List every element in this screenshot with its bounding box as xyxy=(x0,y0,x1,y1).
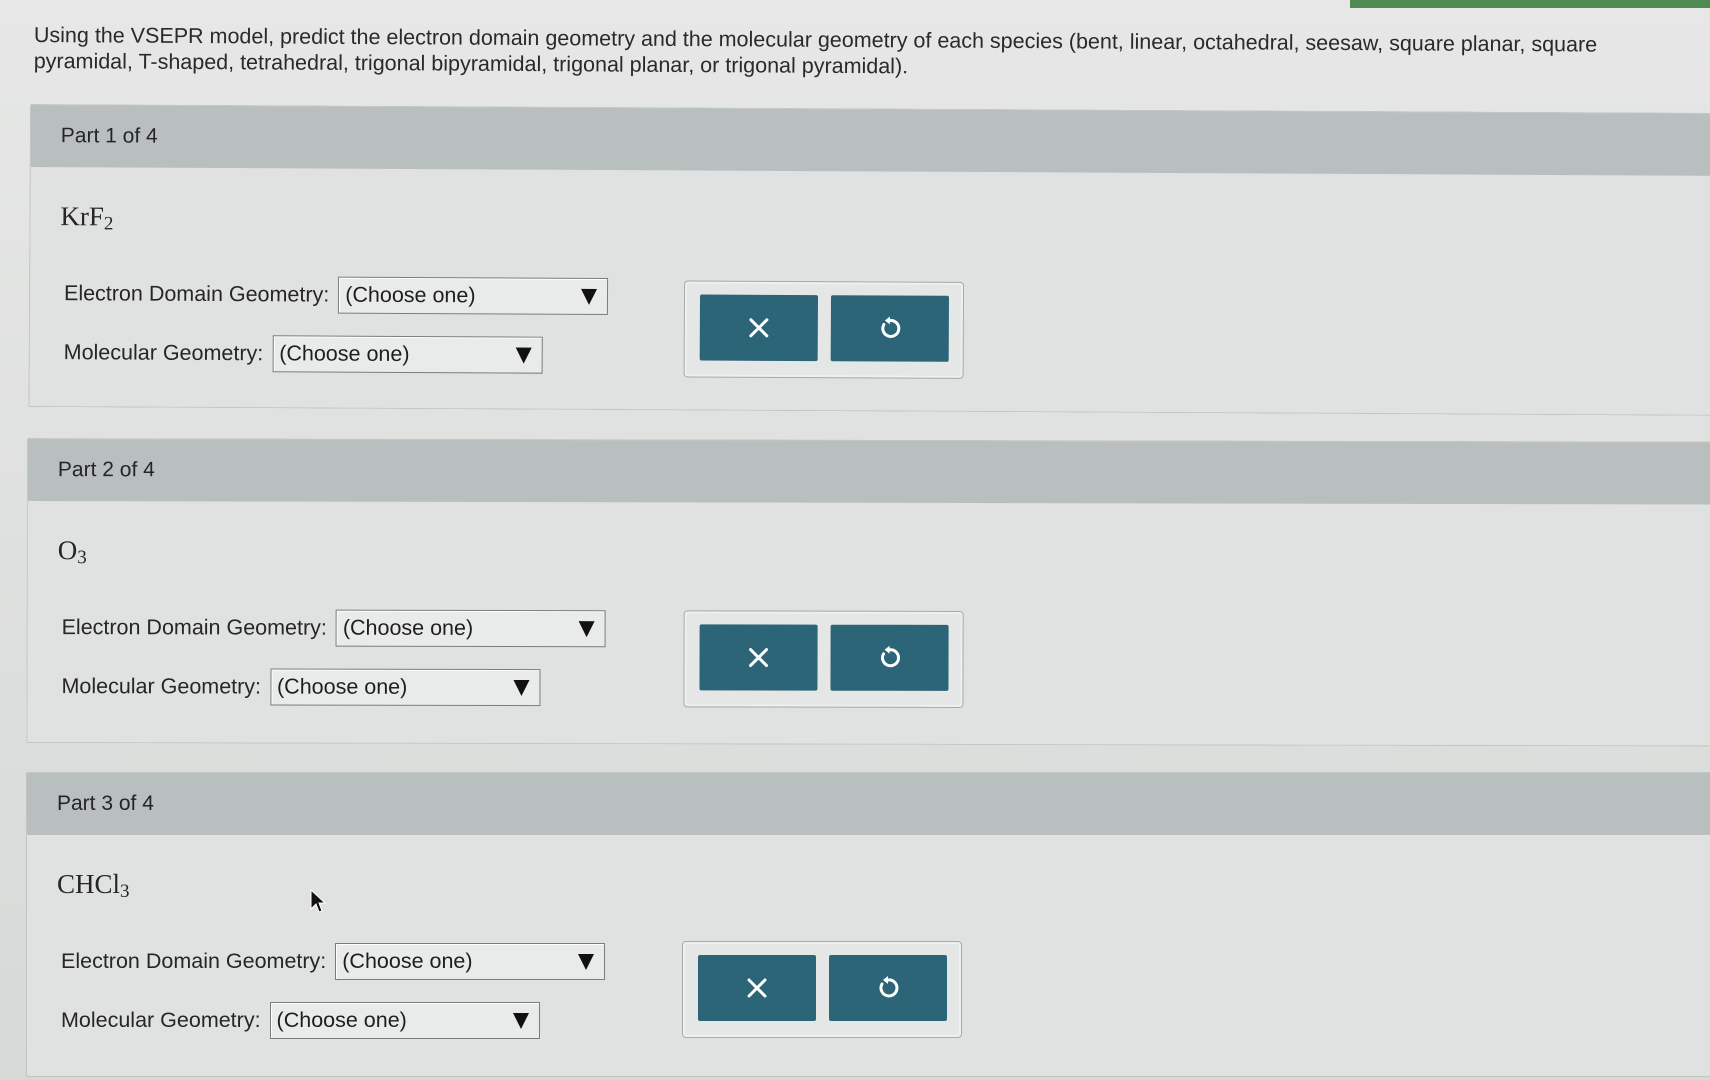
part-1-molecular-select[interactable]: (Choose one) xyxy=(272,335,543,374)
part-3-electron-domain-select[interactable]: (Choose one) xyxy=(335,943,606,980)
part-1-action-buttons xyxy=(683,280,965,379)
part-2-molecular-row: Molecular Geometry: (Choose one) xyxy=(61,668,541,707)
part-1-species: KrF2 xyxy=(60,201,114,235)
part-2-reset-button[interactable] xyxy=(830,624,949,691)
part-1-molecular-label: Molecular Geometry: xyxy=(63,340,264,366)
part-2-species: O3 xyxy=(57,535,87,569)
triangle-down-icon xyxy=(513,679,530,696)
undo-icon xyxy=(879,976,899,998)
part-1-molecular-row: Molecular Geometry: (Choose one) xyxy=(64,334,543,374)
close-icon xyxy=(749,318,769,338)
part-3-molecular-value: (Choose one) xyxy=(276,1008,407,1032)
part-3-title: Part 3 of 4 xyxy=(57,792,154,815)
question-instructions: Using the VSEPR model, predict the elect… xyxy=(33,22,1598,79)
undo-icon xyxy=(881,316,901,338)
part-3-molecular-select[interactable]: (Choose one) xyxy=(269,1002,540,1039)
part-3-panel: Part 3 of 4 CHCl3 Electron Domain Geomet… xyxy=(26,772,1710,1077)
triangle-down-icon xyxy=(512,1012,529,1029)
part-2-panel: Part 2 of 4 O3 Electron Domain Geometry:… xyxy=(26,438,1710,747)
part-1-electron-domain-value: (Choose one) xyxy=(345,282,476,308)
part-3-clear-button[interactable] xyxy=(698,955,816,1021)
part-2-electron-domain-row: Electron Domain Geometry: (Choose one) xyxy=(61,609,606,648)
part-1-header: Part 1 of 4 xyxy=(30,105,1710,176)
part-3-molecular-row: Molecular Geometry: (Choose one) xyxy=(61,1002,540,1039)
part-2-header: Part 2 of 4 xyxy=(27,439,1710,505)
triangle-down-icon xyxy=(578,953,595,970)
part-1-reset-button[interactable] xyxy=(830,295,950,362)
triangle-down-icon xyxy=(581,288,598,305)
part-3-electron-domain-row: Electron Domain Geometry: (Choose one) xyxy=(61,943,606,980)
part-3-molecular-label: Molecular Geometry: xyxy=(61,1008,261,1032)
part-1-panel: Part 1 of 4 KrF2 Electron Domain Geometr… xyxy=(28,104,1710,416)
part-1-electron-domain-label: Electron Domain Geometry: xyxy=(63,281,330,307)
mouse-cursor-icon xyxy=(309,888,327,920)
part-2-molecular-value: (Choose one) xyxy=(277,674,408,699)
part-2-clear-button[interactable] xyxy=(699,624,818,691)
part-1-electron-domain-row: Electron Domain Geometry: (Choose one) xyxy=(63,275,609,316)
part-2-title: Part 2 of 4 xyxy=(57,458,155,482)
part-2-electron-domain-value: (Choose one) xyxy=(342,615,474,640)
part-2-electron-domain-label: Electron Domain Geometry: xyxy=(61,615,327,640)
part-3-species-subscript: 3 xyxy=(120,881,130,902)
part-2-species-subscript: 3 xyxy=(77,547,87,569)
part-1-species-subscript: 2 xyxy=(103,213,114,235)
part-3-electron-domain-value: (Choose one) xyxy=(342,949,473,973)
close-icon xyxy=(749,648,769,668)
part-1-electron-domain-select[interactable]: (Choose one) xyxy=(338,276,609,316)
part-1-species-base: KrF xyxy=(60,201,105,232)
page: Using the VSEPR model, predict the elect… xyxy=(0,0,1710,1080)
triangle-down-icon xyxy=(578,620,595,637)
part-1-molecular-value: (Choose one) xyxy=(279,341,410,366)
part-2-molecular-label: Molecular Geometry: xyxy=(61,674,262,699)
top-accent-strip xyxy=(1350,0,1710,8)
part-3-reset-button[interactable] xyxy=(829,955,947,1021)
part-3-action-buttons xyxy=(682,941,962,1038)
part-3-header: Part 3 of 4 xyxy=(27,773,1710,835)
part-2-molecular-select[interactable]: (Choose one) xyxy=(269,668,541,707)
triangle-down-icon xyxy=(515,347,532,364)
part-2-species-base: O xyxy=(57,535,78,566)
part-3-species-base: CHCl xyxy=(57,869,121,899)
undo-icon xyxy=(881,645,900,668)
part-3-electron-domain-label: Electron Domain Geometry: xyxy=(61,949,327,973)
part-1-clear-button[interactable] xyxy=(699,294,819,362)
part-2-electron-domain-select[interactable]: (Choose one) xyxy=(335,609,606,648)
part-2-action-buttons xyxy=(683,610,964,708)
part-1-title: Part 1 of 4 xyxy=(60,124,158,148)
close-icon xyxy=(747,978,767,998)
part-3-species: CHCl3 xyxy=(57,869,130,902)
